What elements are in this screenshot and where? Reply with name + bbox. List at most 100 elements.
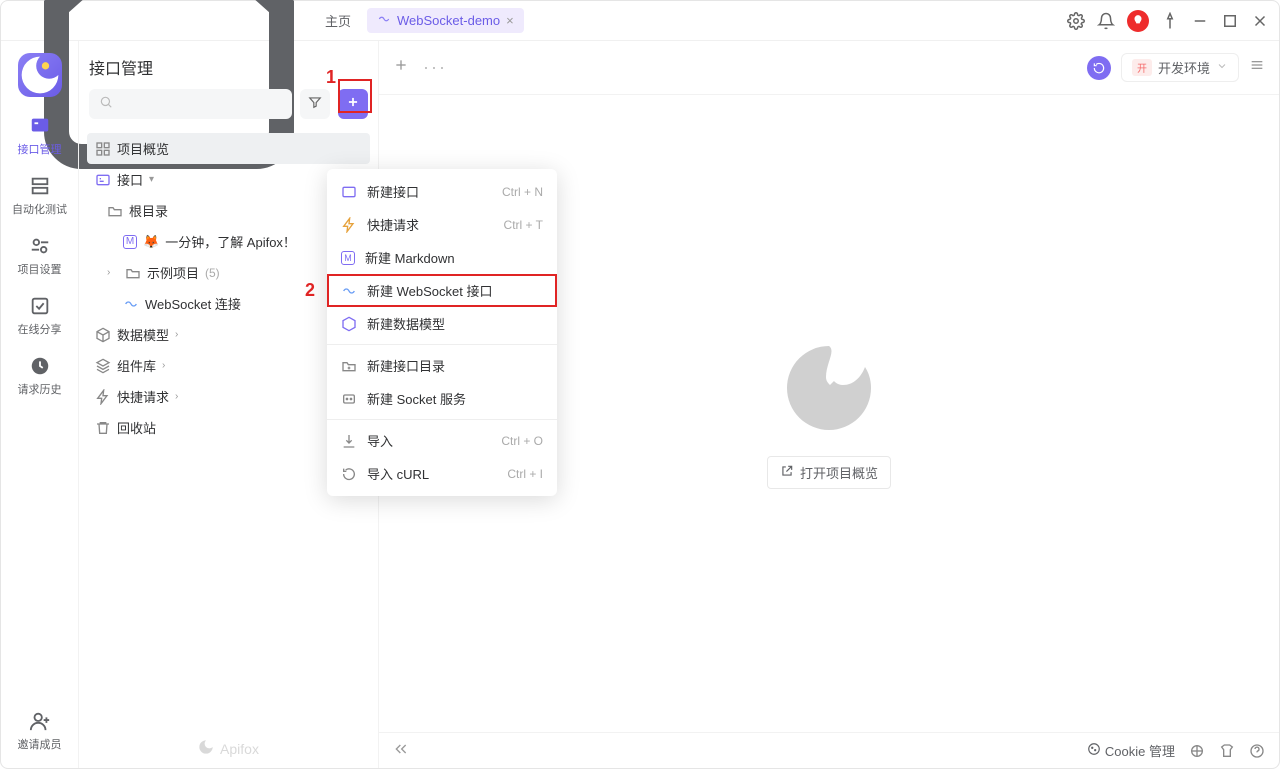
menu-shortcut: Ctrl + T [504, 218, 543, 232]
tree-label: 示例项目 [147, 263, 199, 282]
filter-icon [308, 95, 322, 114]
tab-ws-icon [377, 12, 391, 29]
cookie-label: Cookie 管理 [1105, 741, 1175, 760]
cube-icon [341, 316, 357, 332]
menu-shortcut: Ctrl + N [502, 185, 543, 199]
nav-autotest[interactable]: 自动化测试 [12, 175, 67, 217]
brand-icon [198, 739, 214, 758]
menu-label: 新建 WebSocket 接口 [367, 281, 492, 300]
help-icon[interactable] [1249, 743, 1265, 759]
nav-label: 邀请成员 [18, 736, 62, 752]
tree-label: 快捷请求 [117, 387, 169, 406]
menu-new-markdown[interactable]: M 新建 Markdown [327, 241, 557, 274]
tree-project-overview[interactable]: 项目概览 [87, 133, 370, 164]
menu-label: 快捷请求 [367, 215, 419, 234]
ws-icon [341, 283, 357, 299]
tab-close-icon[interactable]: × [506, 13, 514, 28]
nav-label: 接口管理 [18, 141, 62, 157]
titlebar: 主页 WebSocket-demo × [1, 1, 1279, 41]
cookie-icon [1087, 742, 1101, 759]
markdown-icon: M [341, 251, 355, 265]
fox-emoji-icon: 🦊 [143, 234, 159, 250]
api-icon [95, 172, 111, 188]
empty-state-logo [779, 338, 879, 438]
nav-history[interactable]: 请求历史 [18, 355, 62, 397]
menu-icon[interactable] [1249, 57, 1265, 78]
folder-plus-icon [341, 358, 357, 374]
open-project-button[interactable]: 打开项目概览 [767, 456, 891, 489]
sidebar-title: 接口管理 [89, 55, 368, 79]
menu-label: 新建接口目录 [367, 356, 445, 375]
bell-icon[interactable] [1097, 12, 1115, 30]
left-nav: 接口管理 自动化测试 项目设置 在线分享 请求历史 邀请成员 [1, 41, 79, 768]
menu-new-api[interactable]: 新建接口 Ctrl + N [327, 175, 557, 208]
minimize-icon[interactable] [1191, 12, 1209, 30]
pin-icon[interactable] [1161, 12, 1179, 30]
chevron-right-icon: › [107, 267, 119, 278]
tree-count: (5) [205, 266, 220, 280]
search-icon [99, 95, 113, 114]
shirt-icon[interactable] [1219, 743, 1235, 759]
cookie-manage[interactable]: Cookie 管理 [1087, 741, 1175, 760]
menu-separator [327, 344, 557, 345]
collapse-icon[interactable] [393, 741, 409, 760]
target-icon[interactable] [1189, 743, 1205, 759]
chevron-right-icon: › [175, 391, 187, 402]
nav-label: 请求历史 [18, 381, 62, 397]
add-button[interactable] [338, 89, 368, 119]
cube-icon [95, 327, 111, 343]
tree-label: 数据模型 [117, 325, 169, 344]
api-icon [341, 184, 357, 200]
folder-icon [125, 265, 141, 281]
callout-number-2: 2 [305, 280, 315, 301]
menu-label: 导入 [367, 431, 393, 450]
env-refresh-icon[interactable] [1087, 56, 1111, 80]
add-menu: 新建接口 Ctrl + N 快捷请求 Ctrl + T M 新建 Markdow… [327, 169, 557, 496]
nav-label: 项目设置 [18, 261, 62, 277]
settings-icon[interactable] [1067, 12, 1085, 30]
doc-icon: M [123, 235, 137, 249]
menu-quick-request[interactable]: 快捷请求 Ctrl + T [327, 208, 557, 241]
content-more[interactable]: ··· [423, 57, 447, 78]
home-label: 主页 [325, 11, 351, 30]
nav-invite[interactable]: 邀请成员 [18, 710, 62, 752]
menu-label: 新建 Markdown [365, 248, 455, 267]
filter-button[interactable] [300, 89, 330, 119]
tree-label: 组件库 [117, 356, 156, 375]
chevron-down-icon: ▾ [149, 174, 161, 185]
nav-settings[interactable]: 项目设置 [18, 235, 62, 277]
nav-share[interactable]: 在线分享 [18, 295, 62, 337]
sidebar: 接口管理 1 [79, 41, 379, 768]
project-settings-icon [29, 235, 51, 257]
menu-new-datamodel[interactable]: 新建数据模型 [327, 307, 557, 340]
content-add-tab[interactable] [393, 57, 409, 78]
menu-new-websocket[interactable]: 2 新建 WebSocket 接口 [327, 274, 557, 307]
tree-label: 根目录 [129, 201, 168, 220]
user-avatar[interactable] [1127, 10, 1149, 32]
menu-import[interactable]: 导入 Ctrl + O [327, 424, 557, 457]
overview-icon [95, 141, 111, 157]
search-input[interactable] [89, 89, 292, 119]
menu-label: 导入 cURL [367, 464, 429, 483]
open-project-label: 打开项目概览 [800, 463, 878, 482]
close-window-icon[interactable] [1251, 12, 1269, 30]
menu-import-curl[interactable]: 导入 cURL Ctrl + I [327, 457, 557, 490]
plus-icon [346, 95, 360, 114]
share-icon [29, 295, 51, 317]
menu-new-socket[interactable]: 新建 Socket 服务 [327, 382, 557, 415]
api-manage-icon [29, 115, 51, 137]
maximize-icon[interactable] [1221, 12, 1239, 30]
menu-label: 新建 Socket 服务 [367, 389, 466, 408]
nav-api[interactable]: 接口管理 [18, 115, 62, 157]
tree-label: WebSocket 连接 [145, 294, 241, 313]
chevron-down-icon [1216, 60, 1228, 75]
menu-new-folder[interactable]: 新建接口目录 [327, 349, 557, 382]
chevron-right-icon: › [162, 360, 174, 371]
environment-select[interactable]: 开 开发环境 [1121, 53, 1239, 82]
open-tab[interactable]: WebSocket-demo × [367, 8, 524, 33]
tree-label: 项目概览 [117, 139, 169, 158]
layers-icon [95, 358, 111, 374]
app-logo [18, 53, 62, 97]
menu-separator [327, 419, 557, 420]
tab-label: WebSocket-demo [397, 13, 500, 28]
